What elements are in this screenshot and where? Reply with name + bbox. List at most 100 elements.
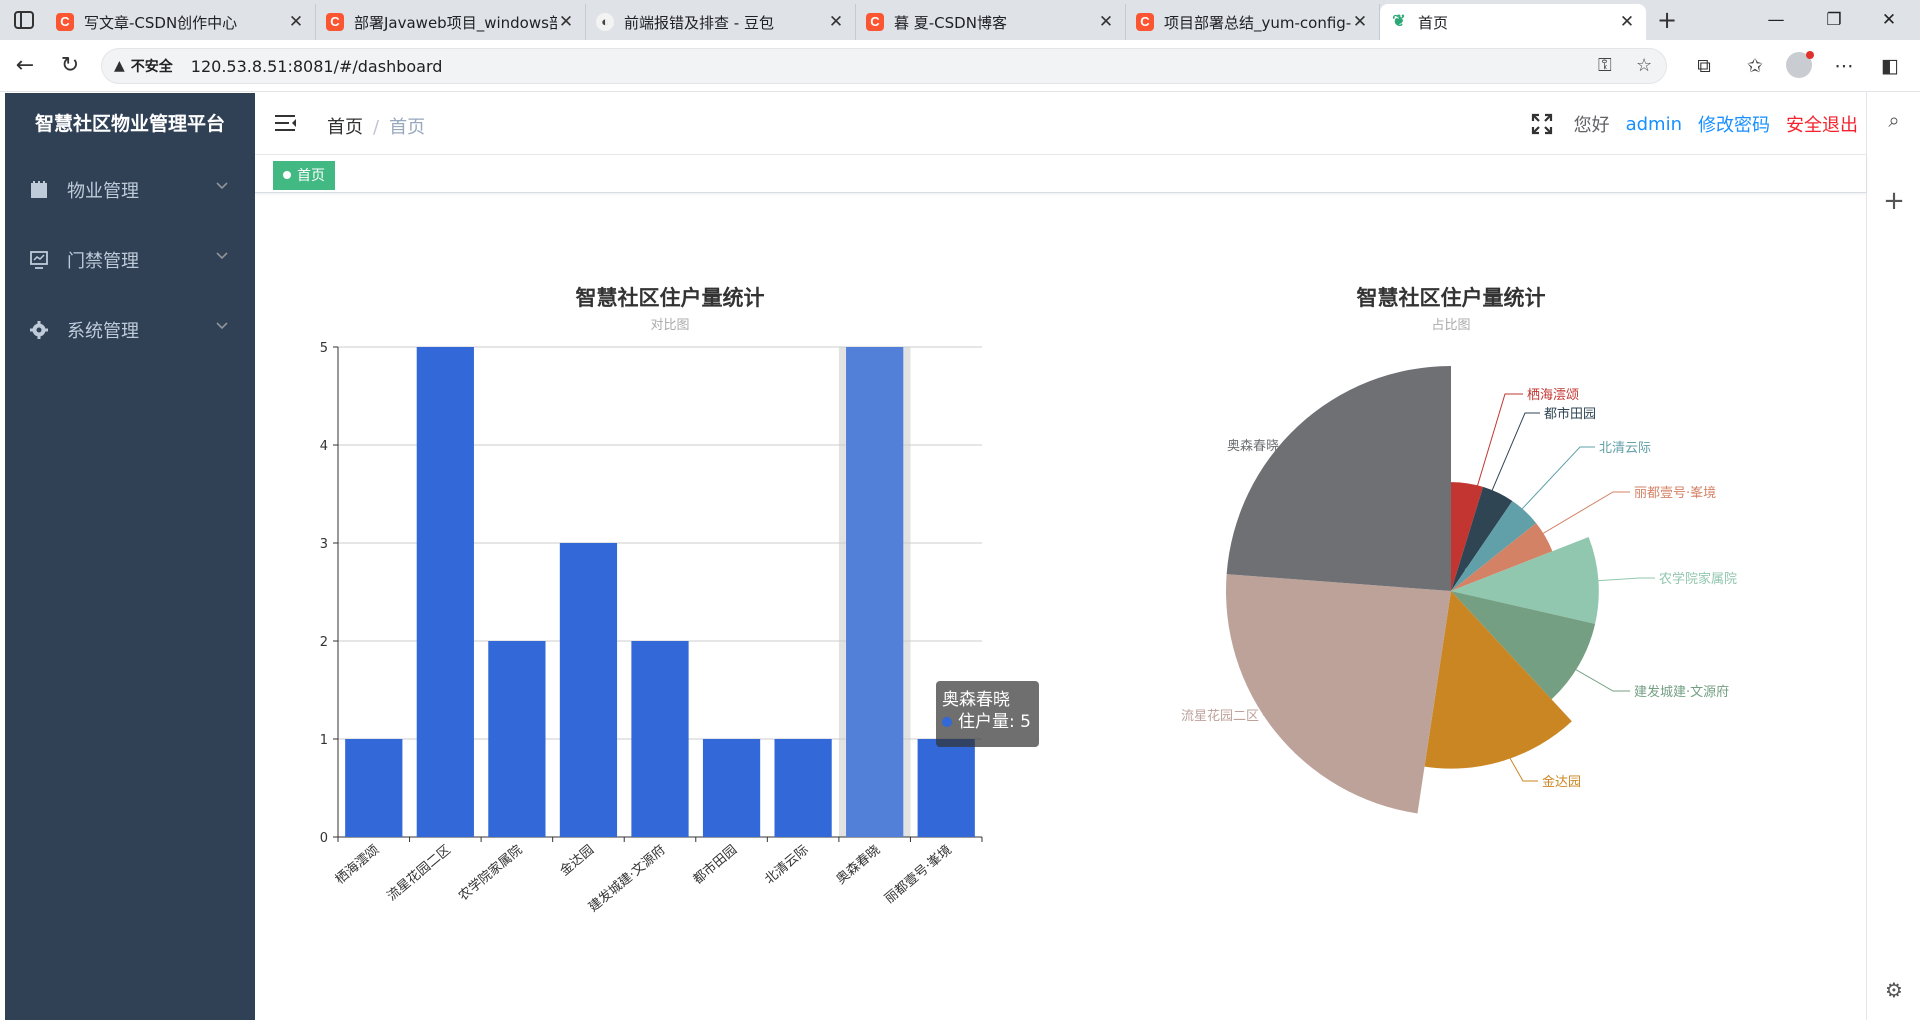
star-icon[interactable]: ☆ (1636, 55, 1652, 76)
app-sidebar: 智慧社区物业管理平台 物业管理 门禁管理 系统管理 (5, 93, 255, 1020)
profile-avatar[interactable] (1786, 51, 1814, 78)
clipboard-icon (29, 180, 49, 200)
more-menu-icon[interactable]: ⋯ (1830, 52, 1858, 80)
gear-icon (29, 320, 49, 340)
app-main: 首页 / 首页 您好 admin 修改密码 安全退出 首页 智慧社区住户量统计对比图… (255, 93, 1866, 1020)
fullscreen-icon[interactable] (1530, 112, 1554, 136)
top-navbar: 首页 / 首页 您好 admin 修改密码 安全退出 (255, 93, 1866, 155)
tooltip-value: 5 (1020, 712, 1031, 732)
back-icon[interactable]: ← (11, 52, 39, 80)
pie-label: 金达园 (1542, 774, 1581, 790)
browser-tab-strip: C 写文章-CSDN创作中心 ✕ C 部署Javaweb项目_windows部 ✕ ◐ 前端报… (0, 0, 1920, 40)
x-tick-label: 栖海澐颂 (332, 842, 382, 888)
username-link[interactable]: admin (1626, 114, 1682, 135)
tab-close-icon[interactable]: ✕ (1351, 12, 1369, 32)
reload-icon[interactable]: ↻ (56, 52, 84, 80)
active-dot (283, 171, 291, 179)
tab-title: 项目部署总结_yum-config-m (1164, 13, 1351, 32)
bar (488, 641, 546, 837)
y-tick-label: 1 (320, 733, 328, 748)
dashboard-charts: 智慧社区住户量统计 对比图 0 1 2 3 4 5 栖海澐颂 流星花园二区 农学院家属院 金达园 建发城… (255, 194, 1866, 1020)
maximize-button[interactable]: ❐ (1809, 0, 1859, 40)
add-icon[interactable]: + (1867, 186, 1920, 216)
browser-side-panel: ⌕ + ⚙ (1866, 92, 1920, 1020)
tab-csdn-editor[interactable]: C 写文章-CSDN创作中心 ✕ (46, 4, 316, 40)
key-icon[interactable]: ⚿ (1598, 55, 1612, 76)
bar-chart-subtitle: 对比图 (650, 318, 689, 333)
pie-label: 奥森春晓 (1227, 439, 1279, 454)
pie-slice (1226, 366, 1451, 591)
bar-chart-title: 智慧社区住户量统计 (576, 286, 765, 310)
extensions-icon[interactable]: ⧉ (1690, 52, 1718, 80)
bar (345, 739, 403, 837)
chevron-down-icon (216, 322, 228, 330)
tab-csdn-blog[interactable]: C 暮 夏-CSDN博客 ✕ (856, 4, 1126, 40)
y-tick-label: 2 (320, 635, 328, 650)
tab-close-icon[interactable]: ✕ (557, 12, 575, 32)
bar (559, 543, 618, 837)
csdn-favicon-icon: C (1136, 13, 1154, 31)
chevron-down-icon (216, 252, 228, 260)
tab-home[interactable]: ❦ 首页 ✕ (1380, 4, 1646, 40)
tab-close-icon[interactable]: ✕ (827, 12, 845, 32)
breadcrumb-item-home[interactable]: 首页 (327, 117, 363, 138)
tab-title: 部署Javaweb项目_windows部 (354, 13, 557, 32)
pie-label: 北清云际 (1599, 441, 1651, 456)
close-window-button[interactable]: ✕ (1864, 0, 1914, 40)
favorites-icon[interactable]: ✩ (1741, 52, 1769, 80)
pie-label: 农学院家属院 (1659, 571, 1737, 587)
leaf-favicon-icon: ❦ (1392, 13, 1406, 30)
settings-icon[interactable]: ⚙ (1867, 978, 1920, 1002)
address-bar-row: ← ↻ ▲ 不安全 120.53.8.51:8081/#/dashboard ⚿… (0, 40, 1920, 92)
chevron-down-icon (216, 182, 228, 190)
tab-title: 前端报错及排查 - 豆包 (624, 13, 774, 32)
pie-label: 建发城建·文源府 (1634, 684, 1729, 700)
pie-label: 栖海澐颂 (1527, 387, 1579, 403)
app-title: 智慧社区物业管理平台 (34, 113, 225, 135)
y-tick-label: 0 (320, 831, 328, 846)
tooltip-title: 奥森春晓 (942, 690, 1010, 710)
pie-chart[interactable]: 智慧社区住户量统计占比图栖海澐颂都市田园北清云际丽都壹号·峯境农学院家属院建发城… (1035, 194, 1835, 1020)
y-tick-label: 3 (320, 537, 328, 552)
tooltip-series: 住户量 (958, 712, 1009, 732)
minimize-button[interactable]: — (1751, 0, 1801, 40)
bar (917, 739, 975, 837)
x-tick-label: 北清云际 (762, 843, 811, 888)
tag-label: 首页 (297, 168, 325, 184)
csdn-favicon-icon: C (866, 13, 884, 31)
tags-view: 首页 (255, 155, 1866, 193)
bar (416, 347, 474, 837)
tab-doubao[interactable]: ◐ 前端报错及排查 - 豆包 ✕ (586, 4, 856, 40)
bar-chart[interactable]: 智慧社区住户量统计对比图 0 1 2 3 4 5 栖海澐颂 流星花园二区 农学院家属院 金达园建发城… (255, 194, 1055, 1020)
tab-title: 首页 (1418, 13, 1449, 32)
tab-deploy-javaweb[interactable]: C 部署Javaweb项目_windows部 ✕ (316, 4, 586, 40)
pie-label: 都市田园 (1544, 406, 1596, 422)
csdn-favicon-icon: C (56, 13, 74, 31)
tab-close-icon[interactable]: ✕ (1097, 12, 1115, 32)
menu-item-property[interactable]: 物业管理 (5, 155, 255, 225)
greeting-text: 您好 (1573, 115, 1610, 136)
logout-link[interactable]: 安全退出 (1786, 111, 1858, 137)
bar (846, 347, 904, 837)
pie-chart-subtitle: 占比图 (1431, 318, 1470, 333)
tab-deploy-summary[interactable]: C 项目部署总结_yum-config-m ✕ (1126, 4, 1380, 40)
x-tick-label: 农学院家属院 (455, 842, 525, 904)
change-password-link[interactable]: 修改密码 (1698, 111, 1770, 137)
menu-item-access-control[interactable]: 门禁管理 (5, 225, 255, 295)
menu-item-system[interactable]: 系统管理 (5, 295, 255, 365)
tab-close-icon[interactable]: ✕ (287, 12, 305, 32)
url-input[interactable]: ▲ 不安全 120.53.8.51:8081/#/dashboard ⚿ ☆ (101, 48, 1667, 84)
doubao-favicon-icon: ◐ (596, 13, 614, 31)
url-text: 120.53.8.51:8081/#/dashboard (190, 56, 443, 76)
search-icon[interactable]: ⌕ (1867, 108, 1920, 132)
pie-label: 丽都壹号·峯境 (1634, 486, 1716, 501)
hamburger-icon[interactable] (275, 113, 297, 133)
new-tab-button[interactable]: + (1652, 6, 1682, 34)
tab-actions-icon[interactable] (12, 9, 36, 31)
tab-close-icon[interactable]: ✕ (1618, 12, 1636, 32)
y-tick-label: 4 (320, 439, 328, 454)
x-tick-label: 丽都壹号·峯境 (882, 843, 955, 907)
sidebar-toggle-icon[interactable]: ◧ (1876, 52, 1904, 80)
tag-home[interactable]: 首页 (273, 161, 335, 190)
x-tick-label: 金达园 (557, 842, 597, 879)
